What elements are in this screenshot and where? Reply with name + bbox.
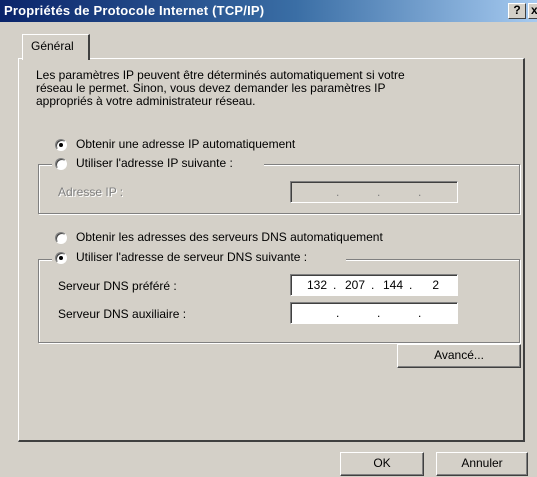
close-button[interactable]: x [528, 3, 537, 19]
ip-manual-label[interactable]: Utiliser l'adresse IP suivante : [76, 156, 233, 170]
dns-alternate-field[interactable]: . . . [290, 302, 458, 324]
dns-preferred-octet-2: 207 [344, 278, 365, 292]
ok-button[interactable]: OK [340, 452, 424, 476]
ip-auto-radio[interactable] [55, 139, 67, 151]
tab-general[interactable]: Général [22, 34, 90, 60]
help-button[interactable]: ? [508, 3, 526, 19]
octet-separator: . [336, 306, 340, 320]
dns-preferred-octet-3: 144 [382, 278, 403, 292]
dns-preferred-octet-4: 2 [432, 278, 439, 292]
cancel-button[interactable]: Annuler [436, 452, 528, 476]
dns-auto-label[interactable]: Obtenir les adresses des serveurs DNS au… [76, 230, 383, 244]
dns-preferred-octet-1: 132 [306, 278, 327, 292]
tab-general-label: Général [31, 39, 74, 53]
ip-address-label: Adresse IP : [58, 185, 124, 199]
ip-auto-label[interactable]: Obtenir une adresse IP automatiquement [76, 137, 295, 151]
octet-separator: . [418, 306, 422, 320]
radio-selected-dot [59, 256, 63, 260]
dns-manual-radio[interactable] [55, 252, 67, 264]
ip-address-field[interactable]: . . . [290, 181, 458, 203]
dns-manual-group [38, 259, 520, 343]
octet-separator: . [377, 306, 381, 320]
radio-selected-dot [59, 143, 63, 147]
advanced-button[interactable]: Avancé... [397, 344, 521, 368]
octet-separator: . [377, 185, 381, 199]
octet-separator: . [336, 185, 340, 199]
dns-manual-label[interactable]: Utiliser l'adresse de serveur DNS suivan… [76, 250, 307, 264]
octet-separator: . [418, 185, 422, 199]
octet-separator: . [333, 278, 337, 292]
tcpip-properties-dialog: Propriétés de Protocole Internet (TCP/IP… [0, 0, 537, 477]
octet-separator: . [371, 278, 375, 292]
dns-alternate-label: Serveur DNS auxiliaire : [58, 307, 187, 321]
intro-text: Les paramètres IP peuvent être déterminé… [36, 69, 506, 108]
dns-preferred-field[interactable]: 132 . 207 . 144 . 2 [290, 274, 458, 296]
title-bar[interactable]: Propriétés de Protocole Internet (TCP/IP… [0, 0, 537, 22]
ip-manual-radio[interactable] [55, 158, 67, 170]
intro-line: appropriés à votre administrateur réseau… [36, 94, 256, 108]
dns-preferred-label: Serveur DNS préféré : [58, 279, 177, 293]
window-title: Propriétés de Protocole Internet (TCP/IP… [4, 3, 265, 18]
dns-auto-radio[interactable] [55, 232, 67, 244]
